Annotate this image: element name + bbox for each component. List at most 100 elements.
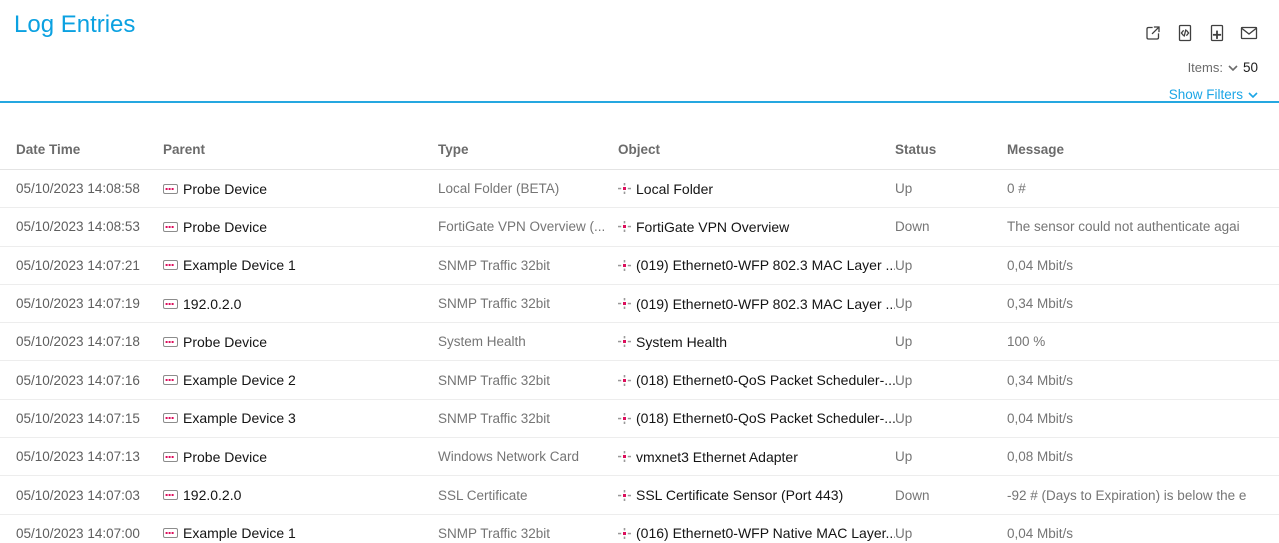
log-table: Date Time Parent Type Object Status Mess… xyxy=(0,103,1279,543)
object-sensor-link[interactable]: System Health xyxy=(618,334,895,350)
cell-type: SNMP Traffic 32bit xyxy=(438,258,618,273)
log-table-row: 05/10/2023 14:07:16 Example Device 2 SNM… xyxy=(0,361,1279,399)
parent-device-link[interactable]: Example Device 3 xyxy=(163,410,438,426)
items-control: Items: 50 xyxy=(1188,60,1258,75)
object-name: (018) Ethernet0-QoS Packet Scheduler-... xyxy=(636,410,895,426)
cell-date-time: 05/10/2023 14:07:19 xyxy=(16,296,163,311)
sensor-icon xyxy=(618,450,631,463)
chevron-down-icon[interactable] xyxy=(1228,65,1238,71)
cell-message: 0,34 Mbit/s xyxy=(1007,373,1279,388)
object-name: (018) Ethernet0-QoS Packet Scheduler-... xyxy=(636,372,895,388)
sensor-icon xyxy=(618,220,631,233)
toolbar xyxy=(1144,24,1258,42)
cell-date-time: 05/10/2023 14:07:00 xyxy=(16,526,163,541)
parent-device-link[interactable]: Example Device 2 xyxy=(163,372,438,388)
cell-type: SNMP Traffic 32bit xyxy=(438,296,618,311)
cell-status: Up xyxy=(895,373,1007,388)
cell-message: -92 # (Days to Expiration) is below the … xyxy=(1007,488,1279,503)
column-header-parent: Parent xyxy=(163,142,438,157)
cell-type: SNMP Traffic 32bit xyxy=(438,526,618,541)
sensor-icon xyxy=(618,412,631,425)
chevron-down-icon xyxy=(1248,92,1258,98)
log-table-row: 05/10/2023 14:08:53 Probe Device FortiGa… xyxy=(0,208,1279,246)
cell-date-time: 05/10/2023 14:08:58 xyxy=(16,181,163,196)
object-sensor-link[interactable]: SSL Certificate Sensor (Port 443) xyxy=(618,487,895,503)
object-sensor-link[interactable]: (019) Ethernet0-WFP 802.3 MAC Layer ... xyxy=(618,296,895,312)
parent-name: Probe Device xyxy=(183,219,267,235)
page-title: Log Entries xyxy=(14,11,135,39)
cell-message: 0,04 Mbit/s xyxy=(1007,526,1279,541)
parent-name: Probe Device xyxy=(183,449,267,465)
parent-device-link[interactable]: Probe Device xyxy=(163,449,438,465)
log-table-body: 05/10/2023 14:08:58 Probe Device Local F… xyxy=(0,170,1279,543)
parent-name: Probe Device xyxy=(183,334,267,350)
cell-type: Windows Network Card xyxy=(438,449,618,464)
parent-name: Example Device 1 xyxy=(183,525,296,541)
object-sensor-link[interactable]: (019) Ethernet0-WFP 802.3 MAC Layer ... xyxy=(618,257,895,273)
device-icon xyxy=(163,528,178,538)
column-header-status: Status xyxy=(895,142,1007,157)
parent-device-link[interactable]: Example Device 1 xyxy=(163,257,438,273)
log-table-row: 05/10/2023 14:07:13 Probe Device Windows… xyxy=(0,438,1279,476)
cell-status: Up xyxy=(895,181,1007,196)
show-filters-label: Show Filters xyxy=(1169,87,1243,102)
file-add-icon[interactable] xyxy=(1208,24,1226,42)
parent-device-link[interactable]: 192.0.2.0 xyxy=(163,487,438,503)
cell-message: The sensor could not authenticate agai xyxy=(1007,219,1279,234)
object-name: System Health xyxy=(636,334,727,350)
parent-name: Example Device 1 xyxy=(183,257,296,273)
items-label: Items: xyxy=(1188,60,1223,75)
device-icon xyxy=(163,222,178,232)
device-icon xyxy=(163,490,178,500)
cell-date-time: 05/10/2023 14:07:16 xyxy=(16,373,163,388)
cell-status: Up xyxy=(895,334,1007,349)
cell-message: 100 % xyxy=(1007,334,1279,349)
column-header-message: Message xyxy=(1007,142,1279,157)
sensor-icon xyxy=(618,259,631,272)
cell-type: SNMP Traffic 32bit xyxy=(438,373,618,388)
sensor-icon xyxy=(618,527,631,540)
parent-device-link[interactable]: Probe Device xyxy=(163,334,438,350)
parent-device-link[interactable]: Example Device 1 xyxy=(163,525,438,541)
object-name: SSL Certificate Sensor (Port 443) xyxy=(636,487,843,503)
device-icon xyxy=(163,299,178,309)
cell-date-time: 05/10/2023 14:08:53 xyxy=(16,219,163,234)
cell-status: Down xyxy=(895,219,1007,234)
cell-type: SSL Certificate xyxy=(438,488,618,503)
log-table-row: 05/10/2023 14:07:19 192.0.2.0 SNMP Traff… xyxy=(0,285,1279,323)
cell-status: Up xyxy=(895,411,1007,426)
parent-device-link[interactable]: Probe Device xyxy=(163,181,438,197)
column-header-date-time: Date Time xyxy=(16,142,163,157)
items-count[interactable]: 50 xyxy=(1243,60,1258,75)
show-filters-link[interactable]: Show Filters xyxy=(1169,87,1258,102)
cell-date-time: 05/10/2023 14:07:18 xyxy=(16,334,163,349)
object-name: FortiGate VPN Overview xyxy=(636,219,789,235)
external-link-icon[interactable] xyxy=(1144,24,1162,42)
cell-status: Up xyxy=(895,296,1007,311)
log-table-row: 05/10/2023 14:07:00 Example Device 1 SNM… xyxy=(0,515,1279,543)
object-sensor-link[interactable]: FortiGate VPN Overview xyxy=(618,219,895,235)
log-table-row: 05/10/2023 14:08:58 Probe Device Local F… xyxy=(0,170,1279,208)
cell-type: Local Folder (BETA) xyxy=(438,181,618,196)
device-icon xyxy=(163,337,178,347)
parent-name: Example Device 3 xyxy=(183,410,296,426)
email-icon[interactable] xyxy=(1240,24,1258,42)
parent-name: 192.0.2.0 xyxy=(183,487,241,503)
object-sensor-link[interactable]: vmxnet3 Ethernet Adapter xyxy=(618,449,895,465)
log-table-row: 05/10/2023 14:07:21 Example Device 1 SNM… xyxy=(0,247,1279,285)
parent-device-link[interactable]: Probe Device xyxy=(163,219,438,235)
object-sensor-link[interactable]: (018) Ethernet0-QoS Packet Scheduler-... xyxy=(618,372,895,388)
object-sensor-link[interactable]: Local Folder xyxy=(618,181,895,197)
table-header-row: Date Time Parent Type Object Status Mess… xyxy=(0,103,1279,170)
object-sensor-link[interactable]: (016) Ethernet0-WFP Native MAC Layer... xyxy=(618,525,895,541)
object-name: Local Folder xyxy=(636,181,713,197)
file-code-icon[interactable] xyxy=(1176,24,1194,42)
cell-date-time: 05/10/2023 14:07:15 xyxy=(16,411,163,426)
parent-name: Probe Device xyxy=(183,181,267,197)
cell-type: FortiGate VPN Overview (... xyxy=(438,219,618,234)
object-sensor-link[interactable]: (018) Ethernet0-QoS Packet Scheduler-... xyxy=(618,410,895,426)
parent-device-link[interactable]: 192.0.2.0 xyxy=(163,296,438,312)
cell-type: SNMP Traffic 32bit xyxy=(438,411,618,426)
cell-status: Down xyxy=(895,488,1007,503)
object-name: (019) Ethernet0-WFP 802.3 MAC Layer ... xyxy=(636,296,895,312)
